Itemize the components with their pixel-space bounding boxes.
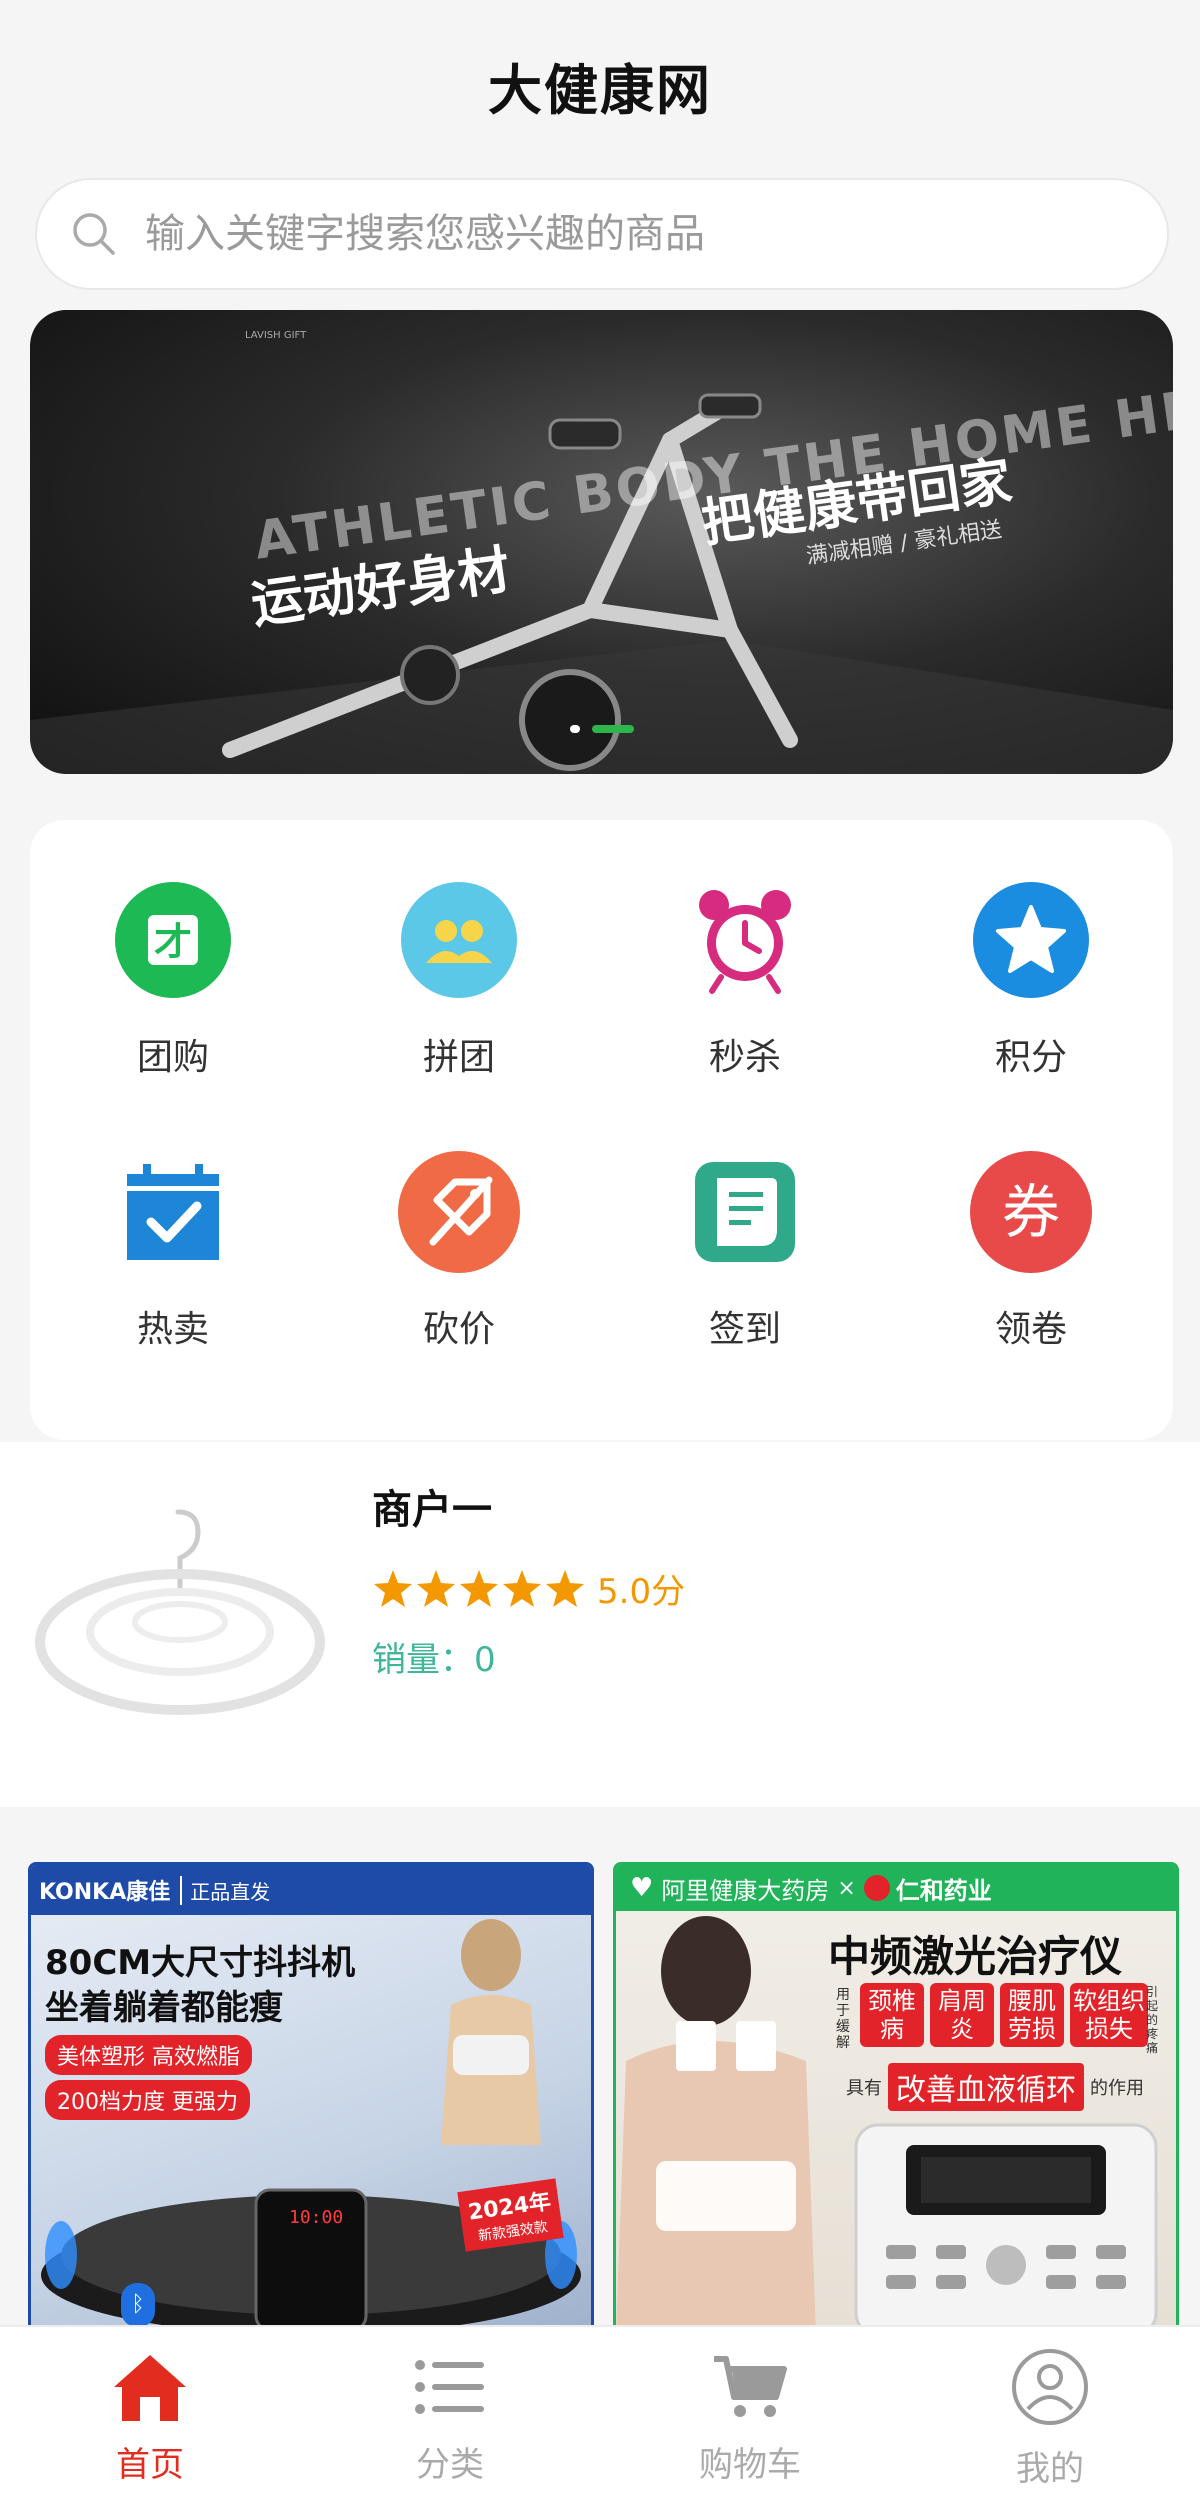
partner-logo-icon	[863, 1875, 890, 1901]
menu-item-team[interactable]: 拼团	[316, 878, 602, 1080]
star-rating-icon	[374, 1569, 584, 1607]
product-card-vibration-plate[interactable]: KONKA康佳 正品直发 80CM大尺寸抖抖机 坐着躺着都能瘦 美体塑形 高效燃…	[28, 1862, 594, 2332]
effect-prefix: 具有	[846, 2078, 882, 2099]
calendar-check-icon	[111, 1150, 235, 1274]
menu-item-label: 热卖	[136, 1309, 209, 1350]
product-cross: ×	[837, 1875, 856, 1901]
side-text-right: 引起的疼痛	[1146, 1985, 1159, 2055]
product-headline-1: 80CM大尺寸抖抖机	[45, 1943, 356, 1983]
side-text-left: 用于缓解	[836, 1987, 850, 2051]
svg-text:才: 才	[154, 920, 192, 964]
team-icon	[397, 878, 521, 1002]
shop-sales: 销量：0	[372, 1640, 496, 1680]
coupon-icon: 券	[969, 1150, 1093, 1274]
product-brand: KONKA康佳	[39, 1880, 171, 1905]
alarm-clock-icon	[683, 878, 807, 1002]
tab-home[interactable]: 首页	[0, 2327, 300, 2500]
effect-line: 具有 改善血液循环 的作用	[846, 2063, 1144, 2111]
search-input[interactable]	[145, 211, 1125, 257]
tab-label: 购物车	[699, 2445, 801, 2485]
condition-tag: 肩周炎	[930, 1983, 994, 2047]
tab-label: 我的	[1016, 2449, 1084, 2489]
tab-profile[interactable]: 我的	[900, 2327, 1200, 2500]
heart-icon: ♥	[630, 1873, 654, 1903]
menu-item-label: 砍价	[422, 1309, 495, 1350]
conditions-list: 颈椎病 肩周炎 腰肌劳损 软组织损失	[860, 1983, 1148, 2047]
search-icon	[73, 213, 115, 255]
tab-category[interactable]: 分类	[300, 2327, 600, 2500]
product-header-bar: KONKA康佳 正品直发	[31, 1865, 591, 1915]
home-icon	[114, 2355, 186, 2421]
banner-tiny-text: LAVISH GIFT	[245, 330, 307, 341]
tab-label: 分类	[416, 2445, 484, 2485]
shop-thumbnail-hanger	[35, 1509, 325, 1715]
cart-icon	[714, 2356, 787, 2417]
back-model-image	[616, 1916, 816, 2329]
menu-item-label: 积分	[994, 1037, 1067, 1078]
menu-item-label: 领卷	[994, 1309, 1067, 1350]
promo-banner[interactable]: LAVISH GIFT ATHLETIC BODY THE HOME HEAL …	[30, 310, 1173, 774]
menu-item-label: 签到	[708, 1309, 781, 1350]
effect-text: 改善血液循环	[888, 2063, 1084, 2111]
effect-suffix: 的作用	[1090, 2078, 1144, 2099]
carousel-dot-active[interactable]	[592, 725, 634, 733]
menu-item-label: 团购	[136, 1037, 209, 1078]
product-header-bar: ♥ 阿里健康大药房 × 仁和药业	[616, 1865, 1176, 1911]
menu-item-label: 拼团	[422, 1037, 495, 1078]
menu-item-sign-in[interactable]: 签到	[602, 1150, 888, 1352]
condition-tag: 颈椎病	[860, 1983, 924, 2047]
product-headline: 中频激光治疗仪	[828, 1932, 1123, 1981]
shop-rating-score: 5.0分	[597, 1572, 686, 1612]
group-buy-icon: 才	[111, 878, 235, 1002]
tab-cart[interactable]: 购物车	[600, 2327, 900, 2500]
carousel-dot[interactable]	[570, 725, 580, 733]
top-bar: 大健康网	[0, 0, 1200, 170]
menu-item-flash-sale[interactable]: 秒杀	[602, 878, 888, 1080]
product-tag-1: 美体塑形 高效燃脂	[45, 2035, 252, 2075]
shop-card[interactable]: 商户一 5.0分 销量：0	[0, 1442, 1200, 1807]
tab-label: 首页	[116, 2445, 184, 2485]
price-tag-icon	[397, 1150, 521, 1274]
therapy-device-image	[854, 2123, 1158, 2329]
page-title: 大健康网	[488, 58, 712, 122]
product-partner: 仁和药业	[895, 1876, 992, 1905]
product-display: 10:00	[289, 2207, 344, 2228]
list-icon	[415, 2360, 484, 2414]
shop-name: 商户一	[372, 1487, 492, 1533]
bottom-tab-bar: 首页 分类 购物车 我的	[0, 2325, 1200, 2500]
menu-item-label: 秒杀	[708, 1037, 781, 1078]
menu-item-group-buy[interactable]: 才 团购	[30, 878, 316, 1080]
product-badge: 正品直发	[180, 1875, 270, 1905]
condition-tag: 软组织损失	[1070, 1983, 1148, 2047]
star-icon	[969, 878, 1093, 1002]
feature-menu: 才 团购 拼团 秒杀 积分 热卖 砍价 签到 券 领卷	[30, 820, 1173, 1440]
condition-tag: 腰肌劳损	[1000, 1983, 1064, 2047]
user-icon	[1012, 2349, 1088, 2425]
menu-item-bargain[interactable]: 砍价	[316, 1150, 602, 1352]
shop-rating: 5.0分	[372, 1564, 685, 1613]
product-headline-2: 坐着躺着都能瘦	[45, 1988, 283, 2028]
bluetooth-icon: ᛒ	[121, 2283, 155, 2327]
menu-item-points[interactable]: 积分	[888, 878, 1174, 1080]
menu-item-coupon[interactable]: 券 领卷	[888, 1150, 1174, 1352]
product-tag-2: 200档力度 更强力	[45, 2080, 250, 2120]
menu-item-hot-sale[interactable]: 热卖	[30, 1150, 316, 1352]
product-store: 阿里健康大药房	[661, 1876, 830, 1905]
product-card-laser-therapy[interactable]: ♥ 阿里健康大药房 × 仁和药业 中频激光治疗仪 用于缓解 颈椎病 肩周炎 腰肌…	[613, 1862, 1179, 2332]
svg-text:券: 券	[1002, 1178, 1060, 1246]
search-bar[interactable]	[35, 178, 1169, 290]
sign-in-document-icon	[683, 1150, 807, 1274]
